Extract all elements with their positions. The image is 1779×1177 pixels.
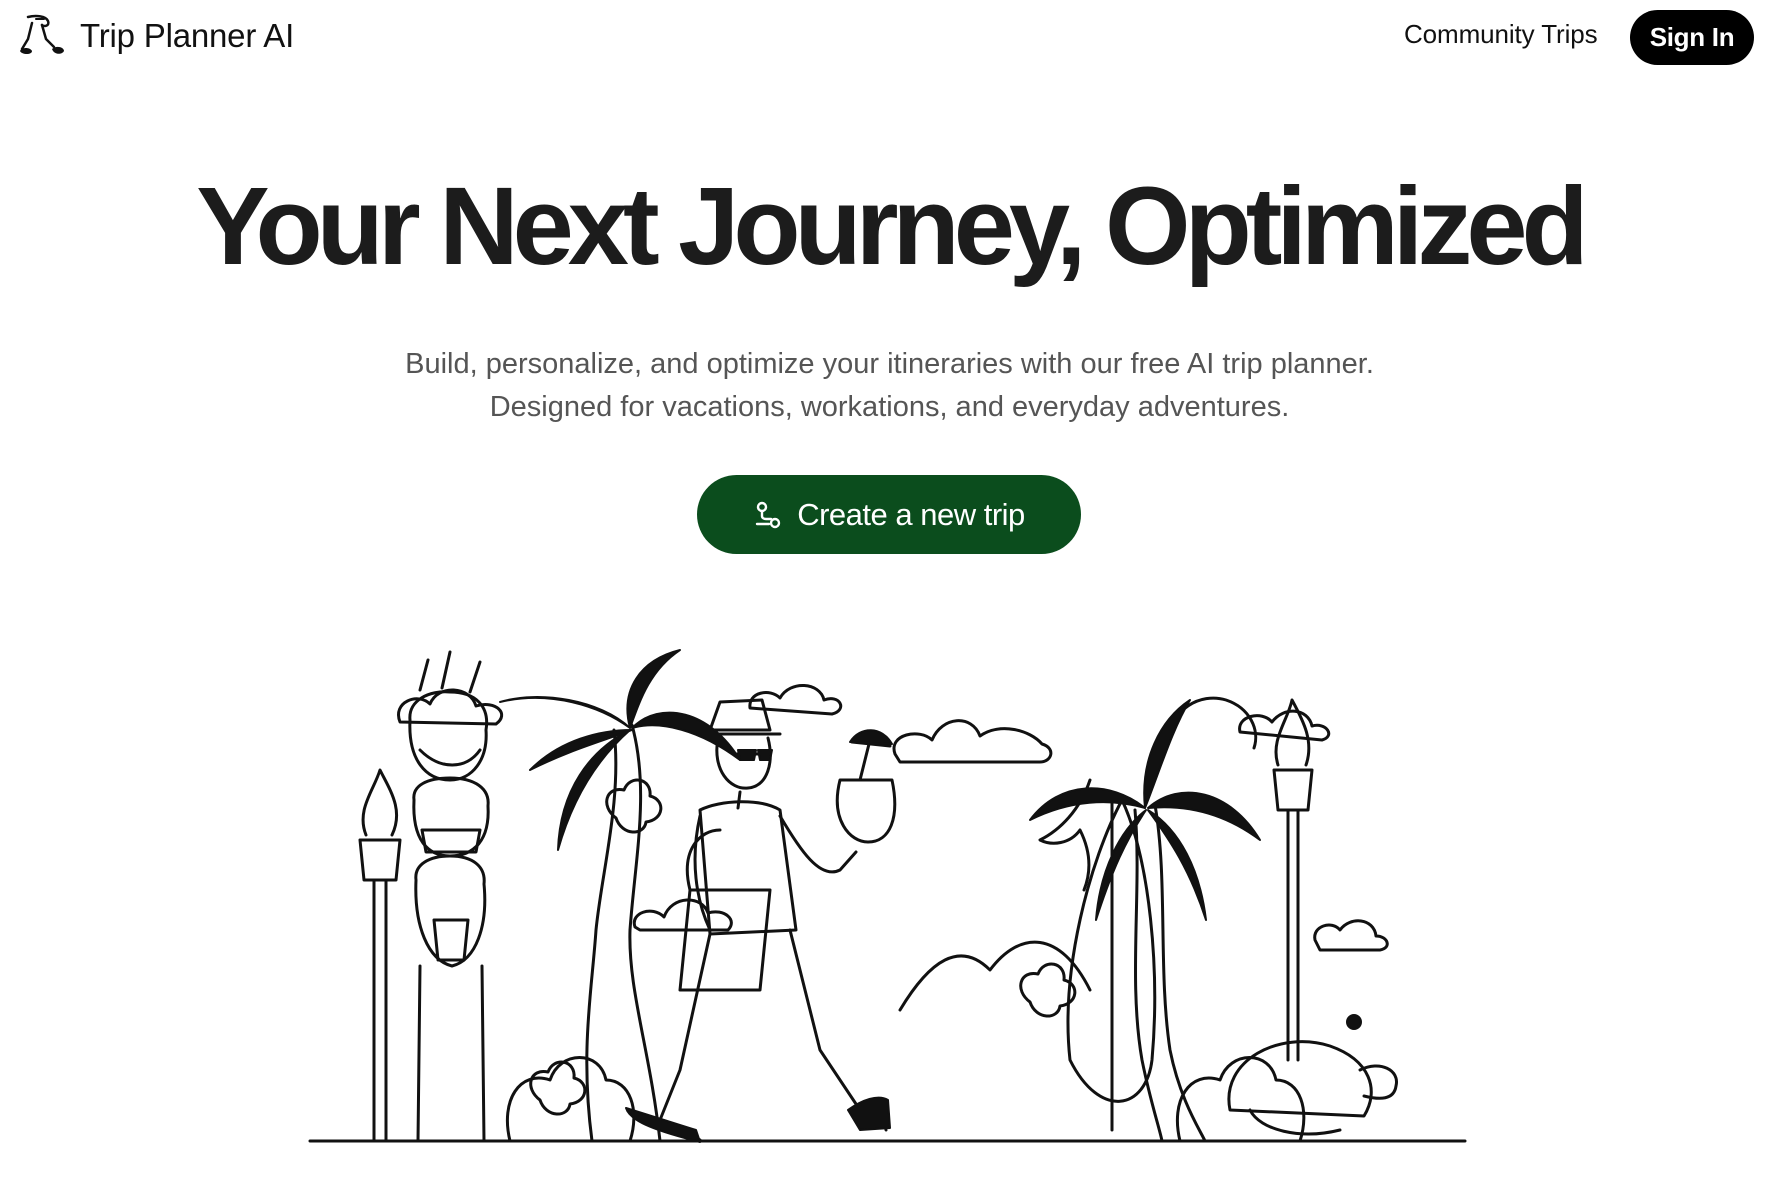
route-icon — [756, 501, 781, 528]
create-new-trip-button[interactable]: Create a new trip — [697, 475, 1081, 554]
community-trips-link[interactable]: Community Trips — [1404, 19, 1598, 50]
hero-title: Your Next Journey, Optimized — [196, 165, 1589, 288]
hero-subtitle: Build, personalize, and optimize your it… — [405, 348, 1374, 423]
create-new-trip-label: Create a new trip — [797, 496, 1025, 532]
brand-name: Trip Planner AI — [80, 17, 295, 54]
brand-home-link[interactable]: Trip Planner AI — [18, 14, 294, 58]
sign-in-button[interactable]: Sign In — [1630, 10, 1754, 65]
landing-page: Trip Planner AI Community Trips Sign In … — [0, 0, 1779, 1177]
walking-legs-logo-icon — [20, 14, 64, 54]
top-navigation: Trip Planner AI Community Trips Sign In — [0, 0, 1779, 72]
tropical-traveler-illustration-icon — [308, 649, 1467, 1143]
